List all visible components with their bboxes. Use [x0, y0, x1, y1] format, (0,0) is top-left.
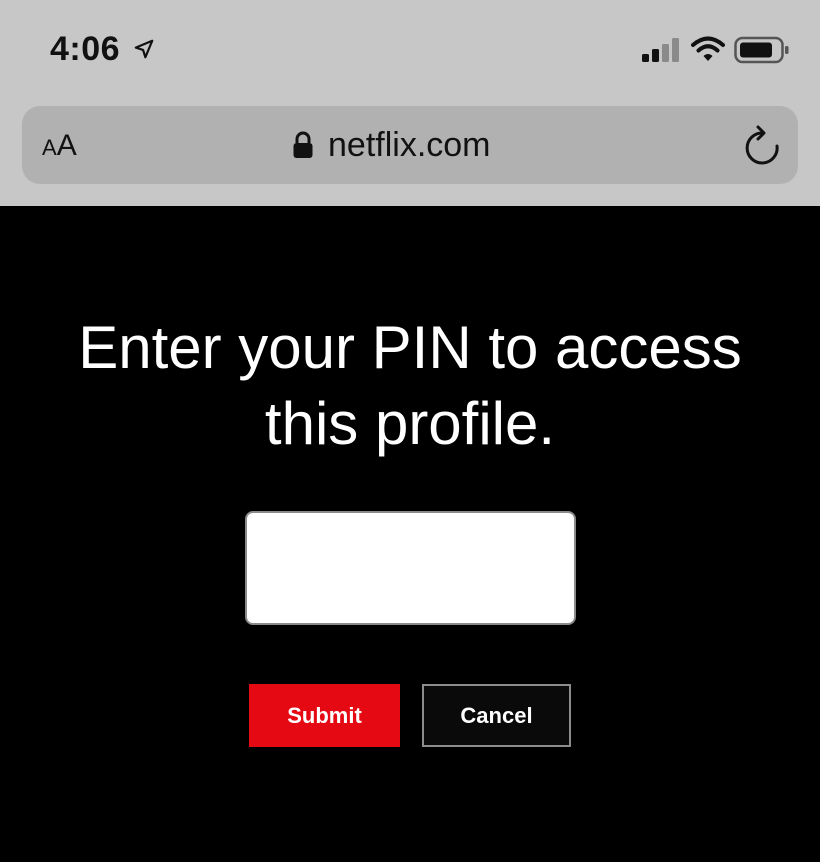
- url-display[interactable]: netflix.com: [292, 122, 491, 168]
- cellular-signal-icon: [642, 38, 679, 62]
- text-size-button[interactable]: AA: [42, 126, 77, 166]
- text-size-small-letter: A: [42, 135, 57, 160]
- pin-entry-page: Enter your PIN to access this profile. S…: [0, 206, 820, 862]
- url-text: netflix.com: [328, 126, 491, 164]
- reload-icon[interactable]: [744, 124, 782, 166]
- address-bar[interactable]: AA netflix.com: [22, 106, 798, 184]
- lock-icon: [293, 131, 313, 158]
- location-arrow-icon: [134, 39, 154, 59]
- pin-prompt-title: Enter your PIN to access this profile.: [78, 314, 742, 457]
- battery-icon: [734, 36, 789, 64]
- browser-chrome: 4:06 AA netflix.com: [0, 0, 820, 206]
- status-time: 4:06: [50, 30, 121, 68]
- submit-button[interactable]: Submit: [249, 684, 400, 747]
- cancel-button[interactable]: Cancel: [422, 684, 571, 747]
- pin-input[interactable]: [245, 511, 576, 625]
- status-bar: 4:06: [0, 0, 820, 100]
- wifi-icon: [691, 36, 725, 61]
- text-size-large-letter: A: [56, 129, 77, 162]
